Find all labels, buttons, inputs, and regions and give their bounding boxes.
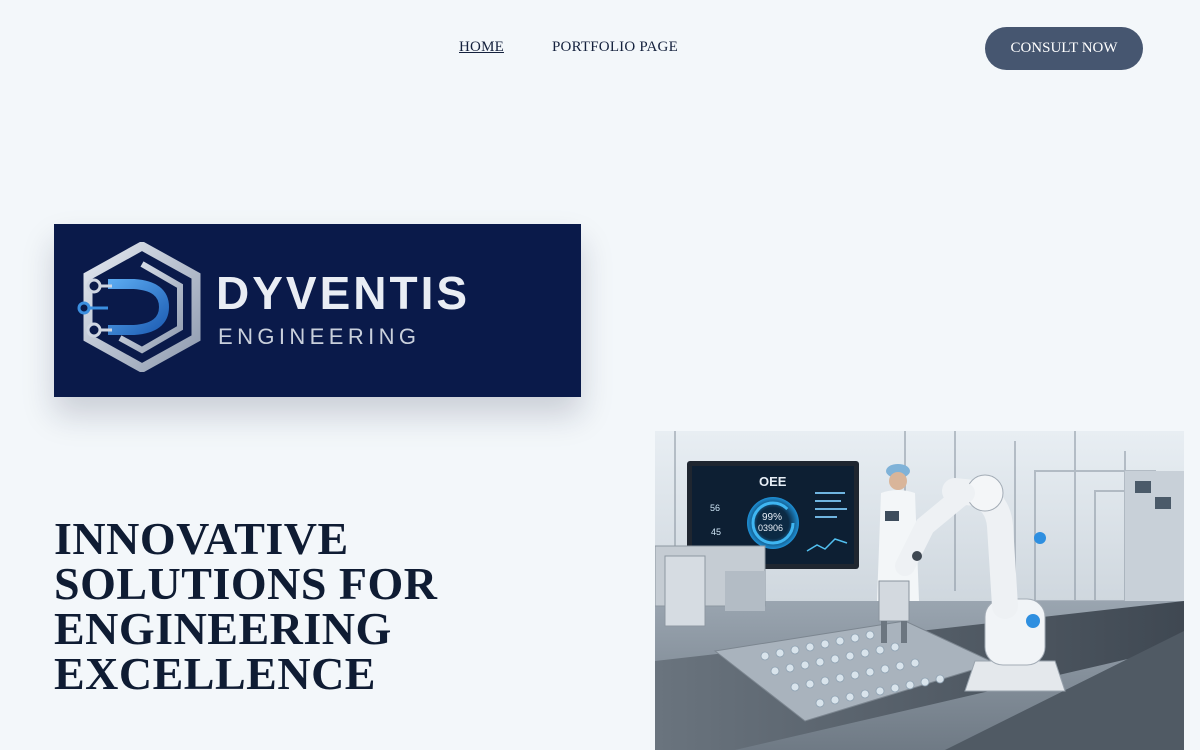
hero-factory-image: OEE 99% 03906 56 45	[655, 431, 1184, 750]
top-navigation: HOME PORTFOLIO PAGE CONSULT NOW	[0, 0, 1200, 96]
svg-text:56: 56	[710, 503, 720, 513]
hexagon-d-logo-icon	[77, 242, 201, 372]
consult-now-button[interactable]: CONSULT NOW	[985, 27, 1143, 70]
nav-link-portfolio[interactable]: PORTFOLIO PAGE	[552, 39, 678, 56]
nav-link-home[interactable]: HOME	[459, 39, 504, 56]
logo-wordmark: DYVENTIS	[216, 267, 471, 319]
hero-headline: INNOVATIVE SOLUTIONS FOR ENGINEERING EXC…	[54, 513, 438, 699]
svg-text:45: 45	[711, 527, 721, 537]
company-logo: DYVENTIS ENGINEERING	[54, 224, 581, 397]
svg-text:03906: 03906	[758, 523, 783, 533]
svg-text:99%: 99%	[762, 512, 782, 523]
logo-subtitle: ENGINEERING	[218, 324, 421, 349]
svg-text:OEE: OEE	[759, 474, 787, 489]
